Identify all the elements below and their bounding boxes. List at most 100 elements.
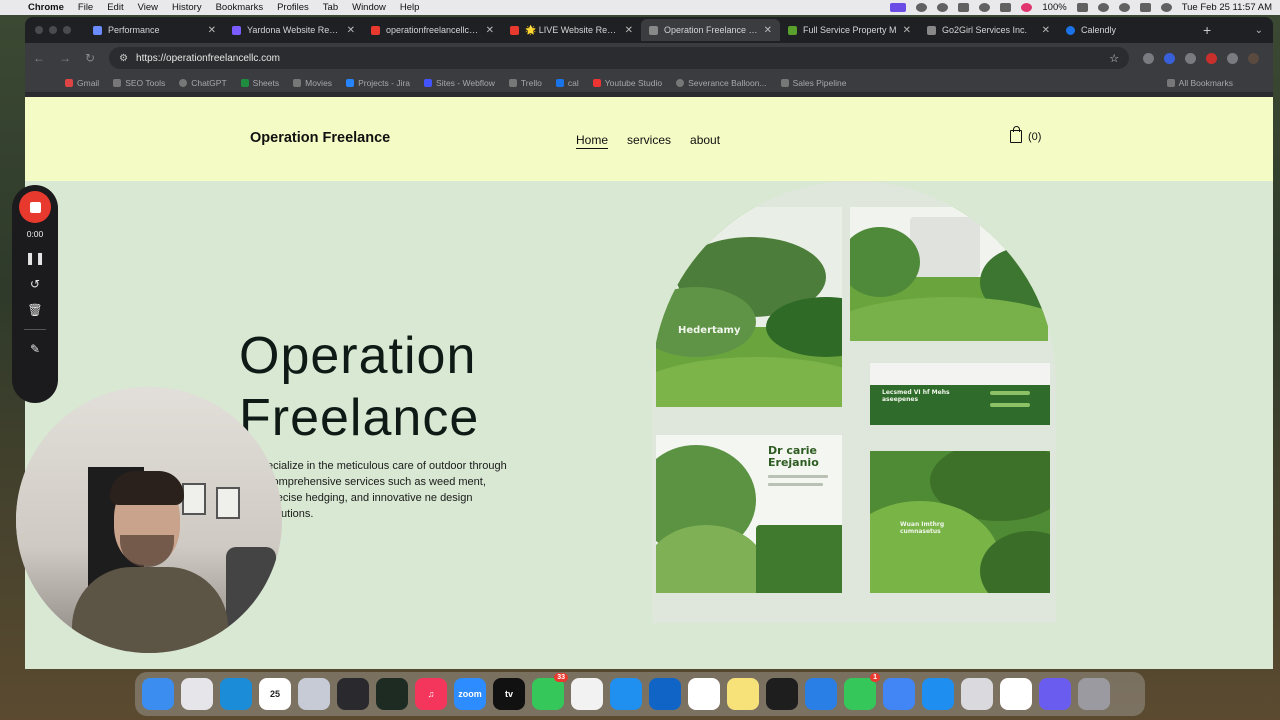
close-window-button[interactable] (35, 26, 43, 34)
menu-bookmarks[interactable]: Bookmarks (216, 2, 264, 13)
clock[interactable]: Tue Feb 25 11:57 AM (1182, 2, 1272, 13)
minimize-window-button[interactable] (49, 26, 57, 34)
reload-icon[interactable]: ↻ (85, 51, 95, 65)
dock-app-apple-tv[interactable]: tv (493, 678, 525, 710)
extensions-menu-icon[interactable] (1227, 52, 1239, 64)
siri-icon[interactable] (1160, 3, 1172, 12)
tab-yardona-review[interactable]: Yardona Website Review ✕ (224, 19, 363, 41)
menu-app-name[interactable]: Chrome (28, 2, 64, 13)
tab-operationfreelance-co[interactable]: operationfreelancellc.co ✕ (363, 19, 502, 41)
bookmark-gmail[interactable]: Gmail (65, 78, 99, 88)
bookmark-jira[interactable]: Projects - Jira (346, 78, 410, 88)
dock-app-figma[interactable] (766, 678, 798, 710)
dock-app-activity-monitor[interactable] (376, 678, 408, 710)
menu-profiles[interactable]: Profiles (277, 2, 309, 13)
nav-home[interactable]: Home (576, 133, 609, 149)
new-tab-button[interactable]: + (1203, 22, 1211, 38)
screen-record-icon[interactable] (890, 3, 907, 12)
dock-app-preview[interactable] (298, 678, 330, 710)
bookmark-sales-pipeline[interactable]: Sales Pipeline (780, 78, 846, 88)
bookmark-webflow[interactable]: Sites - Webflow (424, 78, 495, 88)
close-tab-icon[interactable]: ✕ (903, 25, 911, 36)
cart-button[interactable]: (0) (1010, 126, 1041, 143)
extension-icon[interactable] (1185, 52, 1197, 64)
dock-app-photos[interactable] (1000, 678, 1032, 710)
cast-icon[interactable] (958, 3, 970, 12)
dock-app-iphone-mirroring[interactable] (961, 678, 993, 710)
forward-icon[interactable]: → (59, 51, 71, 65)
dock-app-slack[interactable] (688, 678, 720, 710)
menu-file[interactable]: File (78, 2, 93, 13)
menu-view[interactable]: View (138, 2, 158, 13)
dock-app-obs[interactable] (337, 678, 369, 710)
close-tab-icon[interactable]: ✕ (764, 25, 772, 36)
dock-app-zoom[interactable]: zoom (454, 678, 486, 710)
tab-calendly[interactable]: Calendly (1058, 19, 1197, 41)
recorder-status-icon[interactable] (1021, 3, 1033, 12)
dock-app-edge[interactable] (220, 678, 252, 710)
bluetooth-icon[interactable] (916, 3, 928, 12)
dock-app-chrome[interactable] (571, 678, 603, 710)
dock-app-docs[interactable] (883, 678, 915, 710)
battery-icon[interactable] (1076, 3, 1088, 12)
search-icon[interactable] (1118, 3, 1130, 12)
tab-live-review[interactable]: 🌟 LIVE Website Review ✕ (502, 19, 641, 41)
restart-icon[interactable]: ↺ (30, 277, 40, 291)
pause-icon[interactable]: ❚❚ (25, 251, 45, 265)
dock-app-notes[interactable] (727, 678, 759, 710)
menu-history[interactable]: History (172, 2, 202, 13)
tab-go2girl[interactable]: Go2Girl Services Inc. ✕ (919, 19, 1058, 41)
extension-icon[interactable] (1206, 52, 1218, 64)
bookmark-severance[interactable]: Severance Balloon... (676, 78, 767, 88)
grammarly-icon[interactable] (979, 3, 991, 12)
close-tab-icon[interactable]: ✕ (347, 25, 355, 36)
trash-icon[interactable]: 🗑 (27, 303, 42, 317)
bookmark-cal[interactable]: cal (555, 78, 579, 88)
dock-app-app-store[interactable] (922, 678, 954, 710)
extension-icon[interactable] (1164, 52, 1176, 64)
zoom-window-button[interactable] (63, 26, 71, 34)
battery-percent[interactable]: 100% (1042, 2, 1066, 13)
dock-app-calendar[interactable]: 25 (259, 678, 291, 710)
tab-performance[interactable]: Performance ✕ (85, 19, 224, 41)
control-center-icon[interactable] (1139, 3, 1151, 12)
tab-operation-freelance[interactable]: Operation Freelance - L ✕ (641, 19, 780, 41)
tab-search-icon[interactable]: ⌄ (1255, 25, 1263, 36)
dock-app-finder[interactable] (142, 678, 174, 710)
bookmark-star-icon[interactable]: ☆ (1109, 52, 1119, 65)
bookmark-movies[interactable]: Movies (293, 78, 332, 88)
site-info-icon[interactable]: ⚙ (119, 53, 128, 64)
bookmark-trello[interactable]: Trello (508, 78, 542, 88)
dock-app-trash[interactable] (1078, 678, 1110, 710)
extension-icon[interactable] (1143, 52, 1155, 64)
bookmark-sheets[interactable]: Sheets (240, 78, 279, 88)
bookmark-seo-tools[interactable]: SEO Tools (113, 78, 165, 88)
back-icon[interactable]: ← (33, 51, 45, 65)
menu-tab[interactable]: Tab (323, 2, 338, 13)
dock-app-screenflow[interactable] (805, 678, 837, 710)
close-tab-icon[interactable]: ✕ (1042, 25, 1050, 36)
menu-help[interactable]: Help (400, 2, 420, 13)
close-tab-icon[interactable]: ✕ (486, 25, 494, 36)
webcam-overlay[interactable] (16, 387, 282, 653)
brightness-icon[interactable] (937, 3, 949, 12)
nav-about[interactable]: about (690, 133, 720, 149)
bookmark-youtube-studio[interactable]: Youtube Studio (592, 78, 662, 88)
nav-services[interactable]: services (627, 133, 671, 149)
bookmark-chatgpt[interactable]: ChatGPT (179, 78, 227, 88)
dock-app-outlook[interactable] (649, 678, 681, 710)
url-text[interactable]: https://operationfreelancellc.com (136, 53, 280, 64)
dock-app-safari[interactable] (610, 678, 642, 710)
wifi-icon[interactable] (1097, 3, 1109, 12)
tab-full-service-property[interactable]: Full Service Property M ✕ (780, 19, 919, 41)
dock-app-chatgpt[interactable] (1039, 678, 1071, 710)
pencil-icon[interactable]: ✎ (30, 342, 40, 356)
dock-app-launchpad[interactable] (181, 678, 213, 710)
dock-app-facetime[interactable]: 1 (844, 673, 880, 710)
menu-edit[interactable]: Edit (107, 2, 123, 13)
site-brand[interactable]: Operation Freelance (250, 130, 390, 146)
dock-app-messages[interactable]: 33 (532, 673, 568, 710)
profile-avatar[interactable] (1248, 52, 1260, 64)
stop-recording-button[interactable] (19, 191, 51, 223)
all-bookmarks[interactable]: All Bookmarks (1166, 78, 1233, 88)
